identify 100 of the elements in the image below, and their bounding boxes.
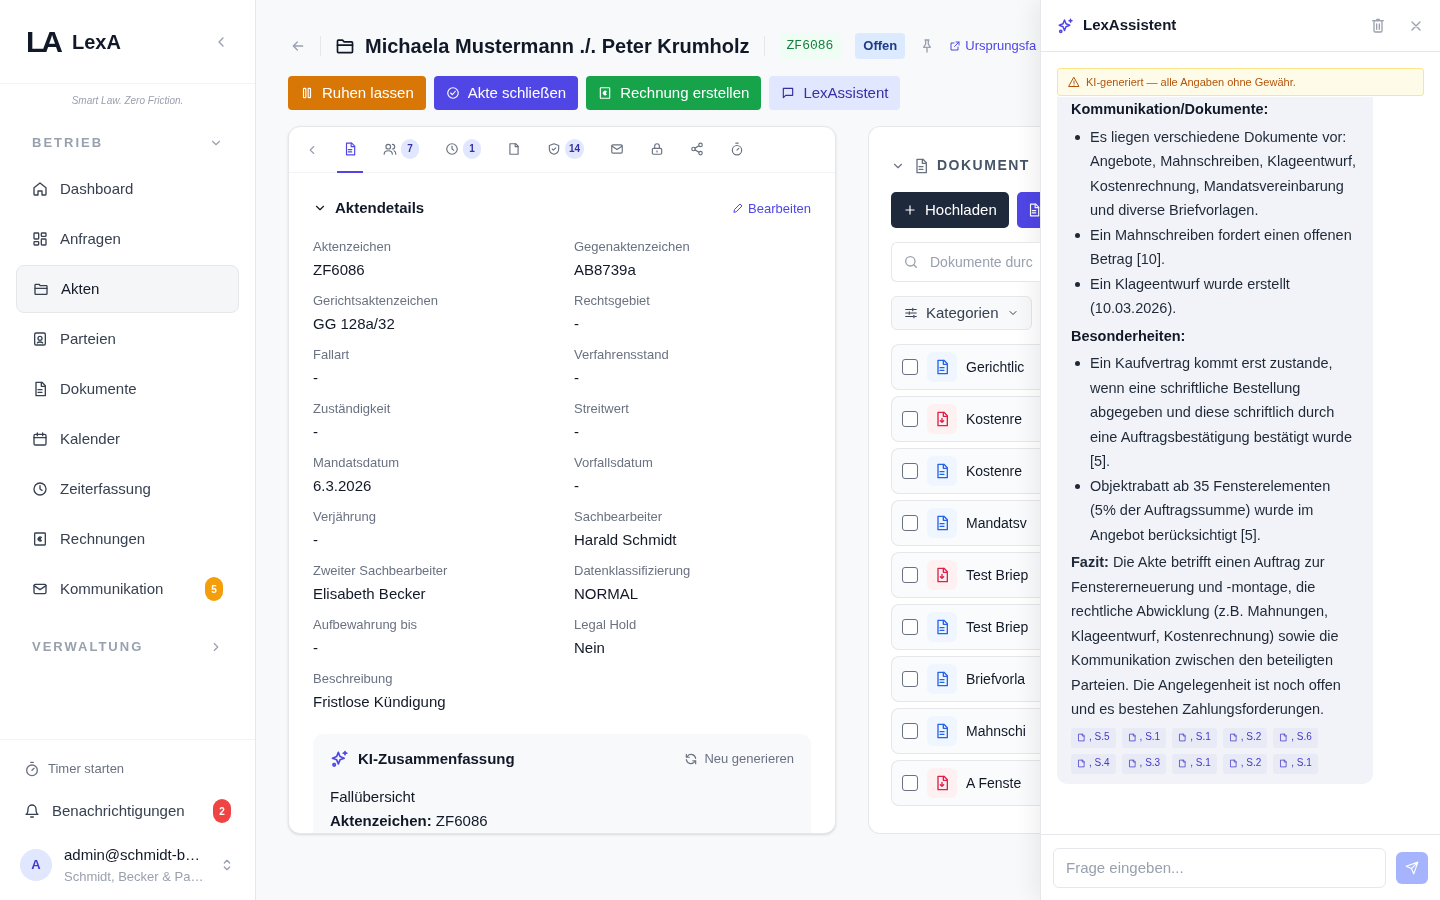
document-icon bbox=[934, 359, 950, 375]
summary-title: KI-Zusammenfassung bbox=[358, 748, 515, 769]
message-text: Objektrabatt ab 35 Fensterelementen (5% der Auftragssumme) wurde im Angebot berücksichtigt [5]. bbox=[1090, 476, 1332, 545]
field-label: Vorfallsdatum bbox=[574, 453, 654, 472]
field-label: Aufbewahrung bis bbox=[313, 615, 419, 634]
tab[interactable]: 14 bbox=[541, 127, 591, 173]
search-field[interactable]: Dokumente durc bbox=[891, 242, 1040, 282]
document-icon bbox=[934, 671, 950, 687]
checkbox[interactable] bbox=[902, 775, 918, 791]
message-text: Ein Klageentwurf wurde erstellt (10.03.2026). bbox=[1090, 274, 1291, 318]
stopwatch-icon bbox=[24, 761, 40, 777]
checkbox[interactable] bbox=[902, 359, 918, 375]
document-name: Test Briep bbox=[966, 617, 1029, 637]
clear-chat-button[interactable] bbox=[1370, 17, 1386, 34]
stopwatch-icon bbox=[730, 141, 745, 156]
checkbox[interactable] bbox=[902, 619, 918, 635]
nav-item[interactable]: Zeiterfassung bbox=[16, 465, 239, 513]
field-label: Legal Hold bbox=[574, 615, 638, 634]
upload-button[interactable]: Hochladen bbox=[891, 192, 1009, 228]
clock-icon bbox=[445, 141, 459, 156]
field-value: GG 128a/32 bbox=[313, 313, 396, 334]
origin-link[interactable]: Ursprungsfa bbox=[949, 36, 1037, 56]
citation-chip[interactable]: , S.1 bbox=[1121, 727, 1167, 748]
document-row[interactable]: Briefvorla bbox=[891, 656, 1040, 702]
nav-item[interactable]: Dashboard bbox=[16, 165, 239, 213]
checkbox[interactable] bbox=[902, 515, 918, 531]
citation-chip[interactable]: , S.3 bbox=[1121, 753, 1167, 774]
contact-card-icon bbox=[32, 331, 48, 347]
sparkles-icon bbox=[1057, 16, 1075, 35]
document-row[interactable]: Test Briep bbox=[891, 604, 1040, 650]
document-row[interactable]: Test Briep bbox=[891, 552, 1040, 598]
brand-name: LexA bbox=[72, 29, 121, 55]
tab[interactable]: 7 bbox=[377, 127, 425, 173]
page-icon bbox=[1279, 733, 1289, 742]
timer-button[interactable]: Timer starten bbox=[16, 754, 133, 784]
document-icon bbox=[913, 157, 929, 174]
checkbox[interactable] bbox=[902, 567, 918, 583]
action-button[interactable]: LexAssistent bbox=[769, 76, 901, 110]
nav-item[interactable]: Kalender bbox=[16, 415, 239, 463]
citation-chip[interactable]: , S.1 bbox=[1273, 753, 1318, 774]
document-row[interactable]: Mahnschi bbox=[891, 708, 1040, 754]
message-heading: Besonderheiten: bbox=[1071, 326, 1187, 346]
nav-item[interactable]: Anfragen bbox=[16, 215, 239, 263]
clock-icon bbox=[32, 481, 48, 497]
document-row[interactable]: A Fenste bbox=[891, 760, 1040, 806]
document-name: Mandatsv bbox=[966, 513, 1027, 533]
checkbox[interactable] bbox=[902, 411, 918, 427]
warning-icon bbox=[1068, 76, 1080, 88]
citation-chip[interactable]: , S.2 bbox=[1222, 753, 1268, 774]
refresh-icon bbox=[684, 751, 699, 766]
lock-icon bbox=[650, 141, 665, 156]
send-button[interactable] bbox=[1396, 851, 1428, 884]
page-icon bbox=[1279, 759, 1289, 768]
check-circle-icon bbox=[445, 86, 460, 100]
regenerate-button[interactable]: Neu generieren bbox=[684, 749, 794, 769]
edit-link[interactable]: Bearbeiten bbox=[732, 198, 811, 218]
tab[interactable]: 1 bbox=[439, 127, 487, 173]
action-button[interactable]: Akte schließen bbox=[433, 76, 579, 110]
citation-chip[interactable]: , S.1 bbox=[1172, 727, 1217, 748]
document-row[interactable]: Gerichtlic bbox=[891, 344, 1040, 390]
field-label: Fallart bbox=[313, 345, 351, 364]
nav-item[interactable]: Dokumente bbox=[16, 365, 239, 413]
field-label: Verfahrensstand bbox=[574, 345, 670, 364]
section-toggle[interactable]: Aktendetails bbox=[313, 197, 425, 220]
grid-icon bbox=[32, 231, 48, 247]
citation-chip[interactable]: , S.1 bbox=[1172, 753, 1217, 774]
new-document-button[interactable] bbox=[1016, 192, 1040, 228]
nav-item[interactable]: Kommunikation 5 bbox=[16, 565, 239, 613]
count-badge: 5 bbox=[205, 577, 223, 601]
back-button[interactable] bbox=[290, 38, 306, 54]
tagline: Smart Law. Zero Friction. bbox=[71, 95, 184, 106]
field-value: - bbox=[574, 367, 580, 388]
warning-banner: KI-generiert — alle Angaben ohne Gewähr. bbox=[1057, 68, 1424, 96]
nav-item[interactable]: Akten bbox=[16, 265, 239, 313]
notifications-button[interactable]: Benachrichtigungen 2 bbox=[16, 784, 239, 838]
checkbox[interactable] bbox=[902, 723, 918, 739]
citation-chip[interactable]: , S.4 bbox=[1071, 753, 1116, 774]
categories-dropdown[interactable]: Kategorien bbox=[891, 296, 1032, 330]
checkbox[interactable] bbox=[902, 671, 918, 687]
document-row[interactable]: Mandatsv bbox=[891, 500, 1040, 546]
document-row[interactable]: Kostenre bbox=[891, 396, 1040, 442]
document-row[interactable]: Kostenre bbox=[891, 448, 1040, 494]
pencil-icon bbox=[732, 202, 745, 215]
citation-chip[interactable]: , S.6 bbox=[1273, 727, 1318, 748]
status-badge: Offen bbox=[855, 33, 906, 59]
search-icon bbox=[903, 254, 919, 270]
field-value: 6.3.2026 bbox=[313, 475, 373, 496]
nav-item[interactable]: Parteien bbox=[16, 315, 239, 363]
case-number-tag: ZF6086 bbox=[778, 33, 842, 59]
field-label: Datenklassifizierung bbox=[574, 561, 692, 580]
citation-chip[interactable]: , S.5 bbox=[1071, 727, 1116, 748]
question-field[interactable]: Frage eingeben... bbox=[1053, 847, 1386, 888]
field-label: Beschreibung bbox=[313, 669, 394, 688]
checkbox[interactable] bbox=[902, 463, 918, 479]
citation-chip[interactable]: , S.2 bbox=[1222, 727, 1268, 748]
nav-item[interactable]: Rechnungen bbox=[16, 515, 239, 563]
count-badge: 1 bbox=[463, 138, 481, 159]
documents-header[interactable]: DOKUMENT bbox=[891, 155, 1030, 176]
page-icon bbox=[1077, 733, 1086, 742]
sliders-icon bbox=[904, 306, 918, 320]
